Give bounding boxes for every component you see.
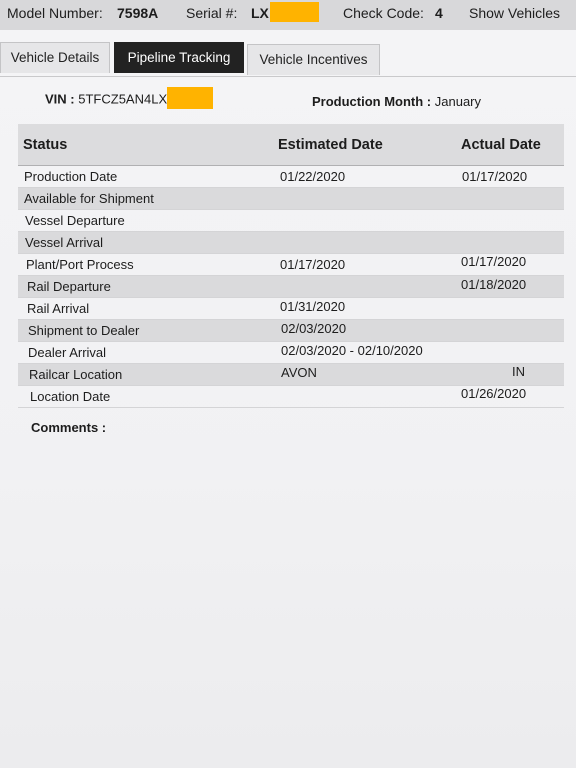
estimated-date-cell: 01/22/2020 [280,169,346,184]
actual-date-cell: 01/18/2020 [461,277,527,292]
tab-vehicle-incentives[interactable]: Vehicle Incentives [247,44,380,75]
table-row: Available for Shipment [18,188,564,210]
serial-value: LX [251,5,269,21]
status-cell: Rail Arrival [27,301,90,316]
estimated-date-cell: 01/31/2020 [280,299,346,314]
table-row: Rail Departure 01/18/2020 [18,276,564,298]
comments-label: Comments : [31,420,107,435]
page-content: Vehicle Details Pipeline Tracking Vehicl… [0,30,576,768]
actual-date-cell: 01/17/2020 [461,254,527,269]
status-cell: Plant/Port Process [26,257,134,272]
status-cell: Rail Departure [27,279,111,294]
status-cell: Available for Shipment [24,191,154,206]
estimated-date-cell: 02/03/2020 [281,321,347,336]
production-month-field: Production Month : January [312,94,481,109]
table-row: Plant/Port Process 01/17/2020 01/17/2020 [18,254,564,276]
status-cell: Shipment to Dealer [28,323,140,338]
table-row: Vessel Arrival [18,232,564,254]
table-row: Vessel Departure [18,210,564,232]
estimated-date-cell: 01/17/2020 [280,257,346,272]
table-header: Status Estimated Date Actual Date [18,124,564,166]
column-header-estimated-date: Estimated Date [278,137,383,153]
check-code-label: Check Code: [343,5,424,21]
column-header-actual-date: Actual Date [461,137,541,153]
header-bar: Model Number: 7598A Serial #: LX Check C… [0,0,576,30]
show-vehicles-link[interactable]: Show Vehicles [469,5,560,21]
serial-label: Serial #: [186,5,238,21]
table-row: Dealer Arrival 02/03/2020 - 02/10/2020 [18,342,564,364]
tab-bar: Vehicle Details Pipeline Tracking Vehicl… [0,42,576,77]
model-number-label: Model Number: [7,5,103,21]
table-row: Location Date 01/26/2020 [18,386,564,408]
status-cell: Railcar Location [29,367,123,382]
table-row: Shipment to Dealer 02/03/2020 [18,320,564,342]
vin-redaction [167,87,214,109]
status-cell: Production Date [24,169,118,184]
status-cell: Location Date [30,389,111,404]
actual-date-cell: 01/17/2020 [462,169,528,184]
tab-pipeline-tracking[interactable]: Pipeline Tracking [114,42,244,73]
vin-field: VIN : 5TFCZ5AN4LX [45,87,214,109]
table-row: Rail Arrival 01/31/2020 [18,298,564,320]
tab-vehicle-details[interactable]: Vehicle Details [0,42,110,73]
vin-label: VIN : [45,91,75,107]
table-row: Railcar Location AVON IN [18,364,564,386]
serial-redaction [270,2,319,22]
table-row: Production Date 01/22/2020 01/17/2020 [18,166,564,188]
estimated-date-cell: 02/03/2020 - 02/10/2020 [281,343,423,358]
status-cell: Dealer Arrival [28,345,107,360]
status-cell: Vessel Departure [25,213,125,228]
vin-value: 5TFCZ5AN4LX [78,91,168,107]
status-cell: Vessel Arrival [25,235,104,250]
estimated-date-cell: AVON [281,365,317,380]
check-code-value: 4 [435,5,443,21]
actual-date-cell: 01/26/2020 [461,386,527,401]
production-month-label: Production Month : [312,94,432,109]
pipeline-table: Status Estimated Date Actual Date Produc… [18,124,564,408]
model-number-value: 7598A [117,5,159,21]
production-month-value: January [434,94,482,109]
actual-date-cell: IN [512,364,525,379]
column-header-status: Status [23,137,68,153]
